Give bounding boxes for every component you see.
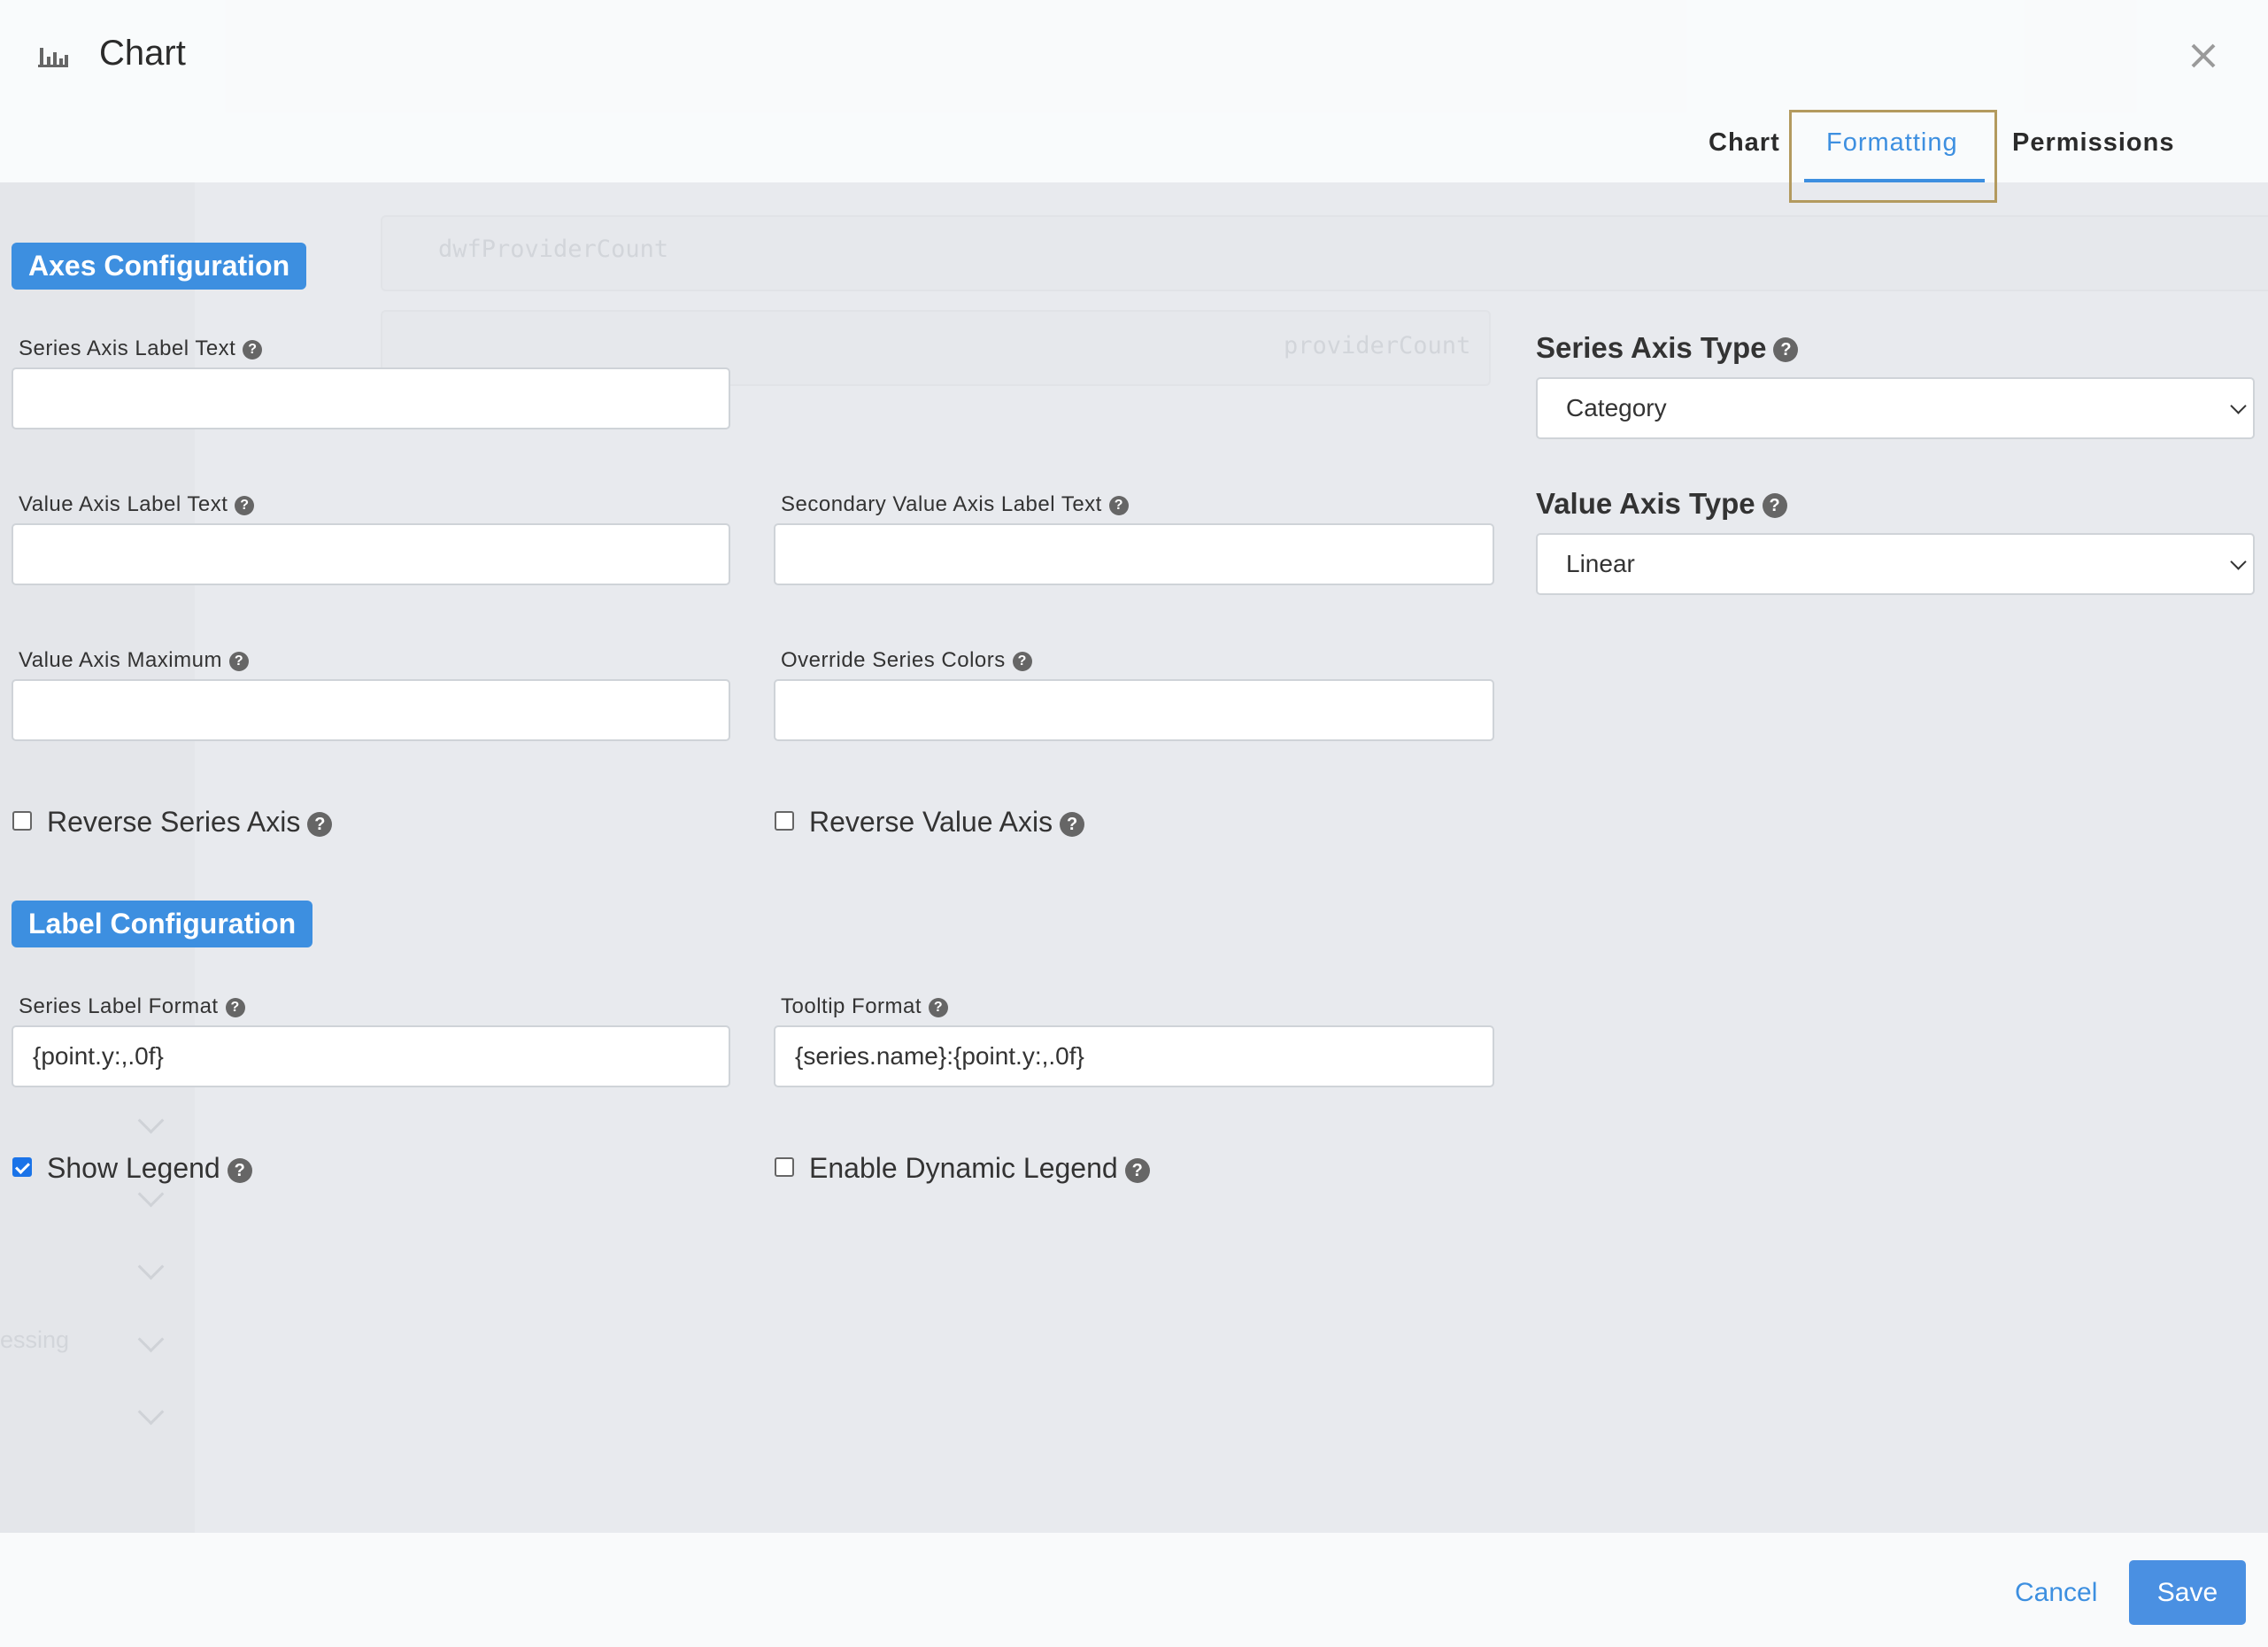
help-icon[interactable]: ? — [225, 997, 245, 1017]
help-icon[interactable]: ? — [235, 495, 255, 515]
axes-configuration-heading: Axes Configuration — [12, 243, 307, 290]
help-icon[interactable]: ? — [1762, 493, 1787, 519]
help-icon[interactable]: ? — [227, 1157, 252, 1183]
secondary-value-axis-label-text-input[interactable] — [774, 523, 1494, 585]
bar-chart-icon — [38, 44, 68, 67]
background-app: dwfProviderCount providerCount essing — [0, 0, 2268, 1647]
reverse-series-axis-checkbox[interactable] — [12, 811, 32, 831]
show-legend-checkbox[interactable] — [12, 1157, 32, 1177]
value-axis-type-select[interactable]: Linear — [1536, 533, 2255, 595]
help-icon[interactable]: ? — [1773, 337, 1799, 363]
enable-dynamic-legend-label: Enable Dynamic Legend? — [809, 1152, 1150, 1185]
series-axis-type-select[interactable]: Category — [1536, 377, 2255, 439]
enable-dynamic-legend-checkbox[interactable] — [775, 1157, 794, 1177]
tooltip-format-input[interactable]: {series.name}:{point.y:,.0f} — [774, 1025, 1494, 1087]
help-icon[interactable]: ? — [228, 651, 249, 671]
help-icon[interactable]: ? — [1108, 495, 1129, 515]
help-icon[interactable]: ? — [1124, 1157, 1150, 1183]
help-icon[interactable]: ? — [307, 811, 333, 837]
series-label-format-label: Series Label Format? — [19, 994, 245, 1019]
help-icon[interactable]: ? — [243, 339, 263, 360]
tab-chart[interactable]: Chart — [1709, 128, 1780, 158]
value-axis-type-label: Value Axis Type? — [1536, 487, 1787, 521]
background-item-text: providerCount — [1284, 332, 1471, 360]
label-configuration-heading: Label Configuration — [12, 901, 313, 947]
value-axis-label-text-label: Value Axis Label Text? — [19, 492, 255, 517]
cancel-button[interactable]: Cancel — [2015, 1578, 2097, 1608]
value-axis-maximum-label: Value Axis Maximum? — [19, 648, 249, 673]
reverse-value-axis-checkbox[interactable] — [775, 811, 794, 831]
value-axis-type-value: Linear — [1566, 550, 1635, 577]
series-axis-label-text-input[interactable] — [12, 367, 730, 429]
chevron-down-icon — [2230, 553, 2247, 570]
help-icon[interactable]: ? — [1012, 651, 1032, 671]
override-series-colors-input[interactable] — [774, 679, 1494, 741]
value-axis-label-text-input[interactable] — [12, 523, 730, 585]
tab-focus-highlight — [1789, 110, 1997, 203]
save-button[interactable]: Save — [2129, 1560, 2246, 1625]
tab-permissions[interactable]: Permissions — [2012, 128, 2174, 158]
close-icon[interactable] — [2187, 39, 2220, 73]
reverse-series-axis-label: Reverse Series Axis? — [47, 806, 333, 839]
show-legend-label: Show Legend? — [47, 1152, 252, 1185]
override-series-colors-label: Override Series Colors? — [781, 648, 1032, 673]
series-axis-type-label: Series Axis Type? — [1536, 331, 1799, 365]
series-axis-type-value: Category — [1566, 394, 1667, 421]
chevron-down-icon — [2230, 398, 2247, 414]
tooltip-format-label: Tooltip Format? — [781, 994, 949, 1019]
series-label-format-input[interactable]: {point.y:,.0f} — [12, 1025, 730, 1087]
modal-title: Chart — [99, 34, 186, 73]
series-axis-label-text-label: Series Axis Label Text? — [19, 336, 263, 361]
background-item-text: dwfProviderCount — [438, 236, 669, 263]
value-axis-maximum-input[interactable] — [12, 679, 730, 741]
help-icon[interactable]: ? — [929, 997, 949, 1017]
secondary-value-axis-label-text-label: Secondary Value Axis Label Text? — [781, 492, 1129, 517]
modal-footer — [0, 1533, 2268, 1647]
background-sidebar-label: essing — [0, 1326, 70, 1353]
help-icon[interactable]: ? — [1060, 811, 1085, 837]
reverse-value-axis-label: Reverse Value Axis? — [809, 806, 1085, 839]
